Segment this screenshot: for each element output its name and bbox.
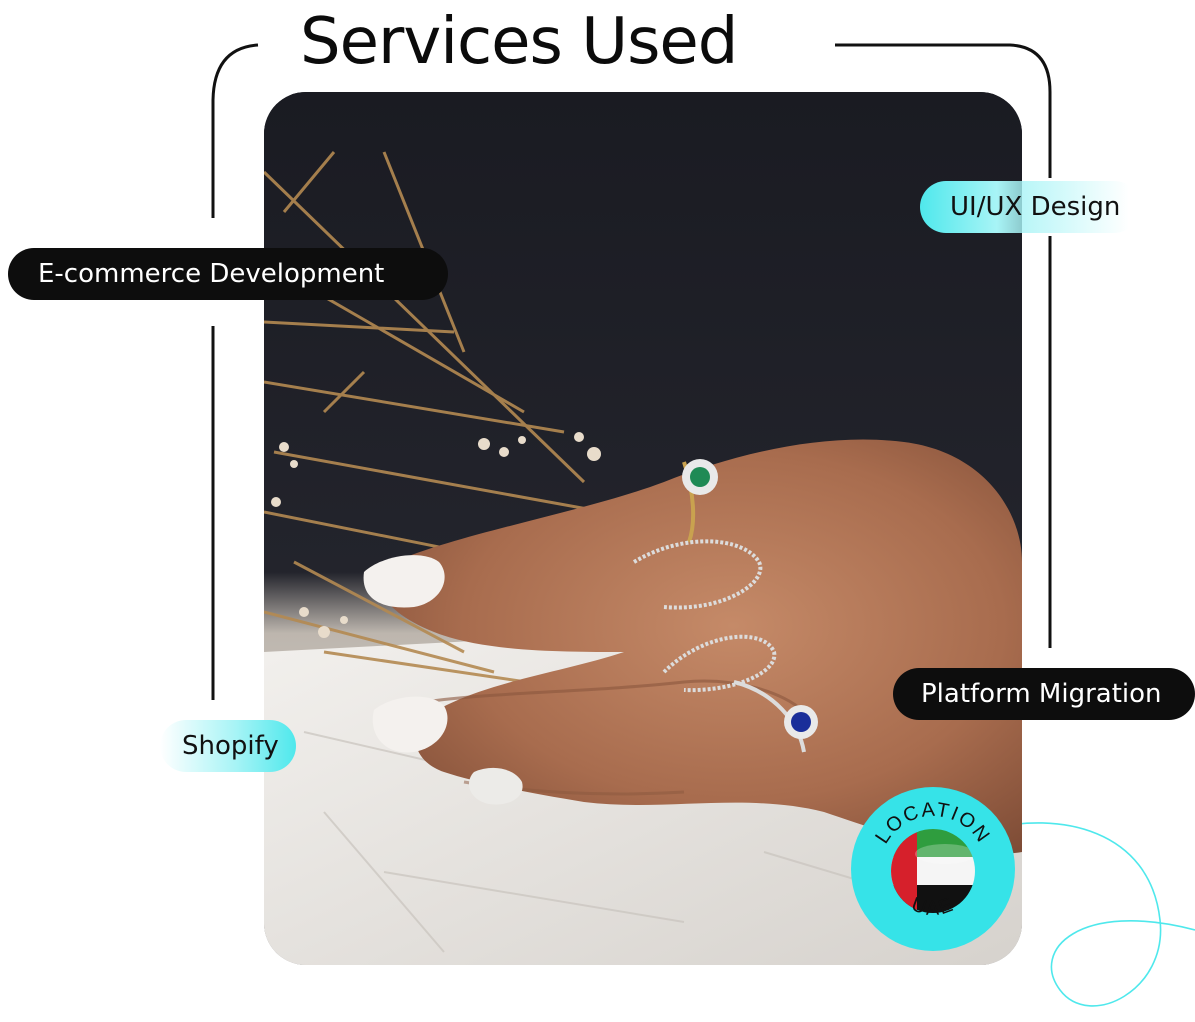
services-used-card: Services Used E-commerce Development UI/… xyxy=(0,0,1195,1022)
service-pill-platform-migration: Platform Migration xyxy=(893,668,1195,720)
service-pill-uiux: UI/UX Design xyxy=(920,181,1140,233)
service-pill-shopify: Shopify xyxy=(160,720,296,772)
service-pill-ecommerce: E-commerce Development xyxy=(8,248,448,300)
page-title: Services Used xyxy=(300,5,738,79)
location-badge: LOCATION UAE xyxy=(850,786,1016,952)
